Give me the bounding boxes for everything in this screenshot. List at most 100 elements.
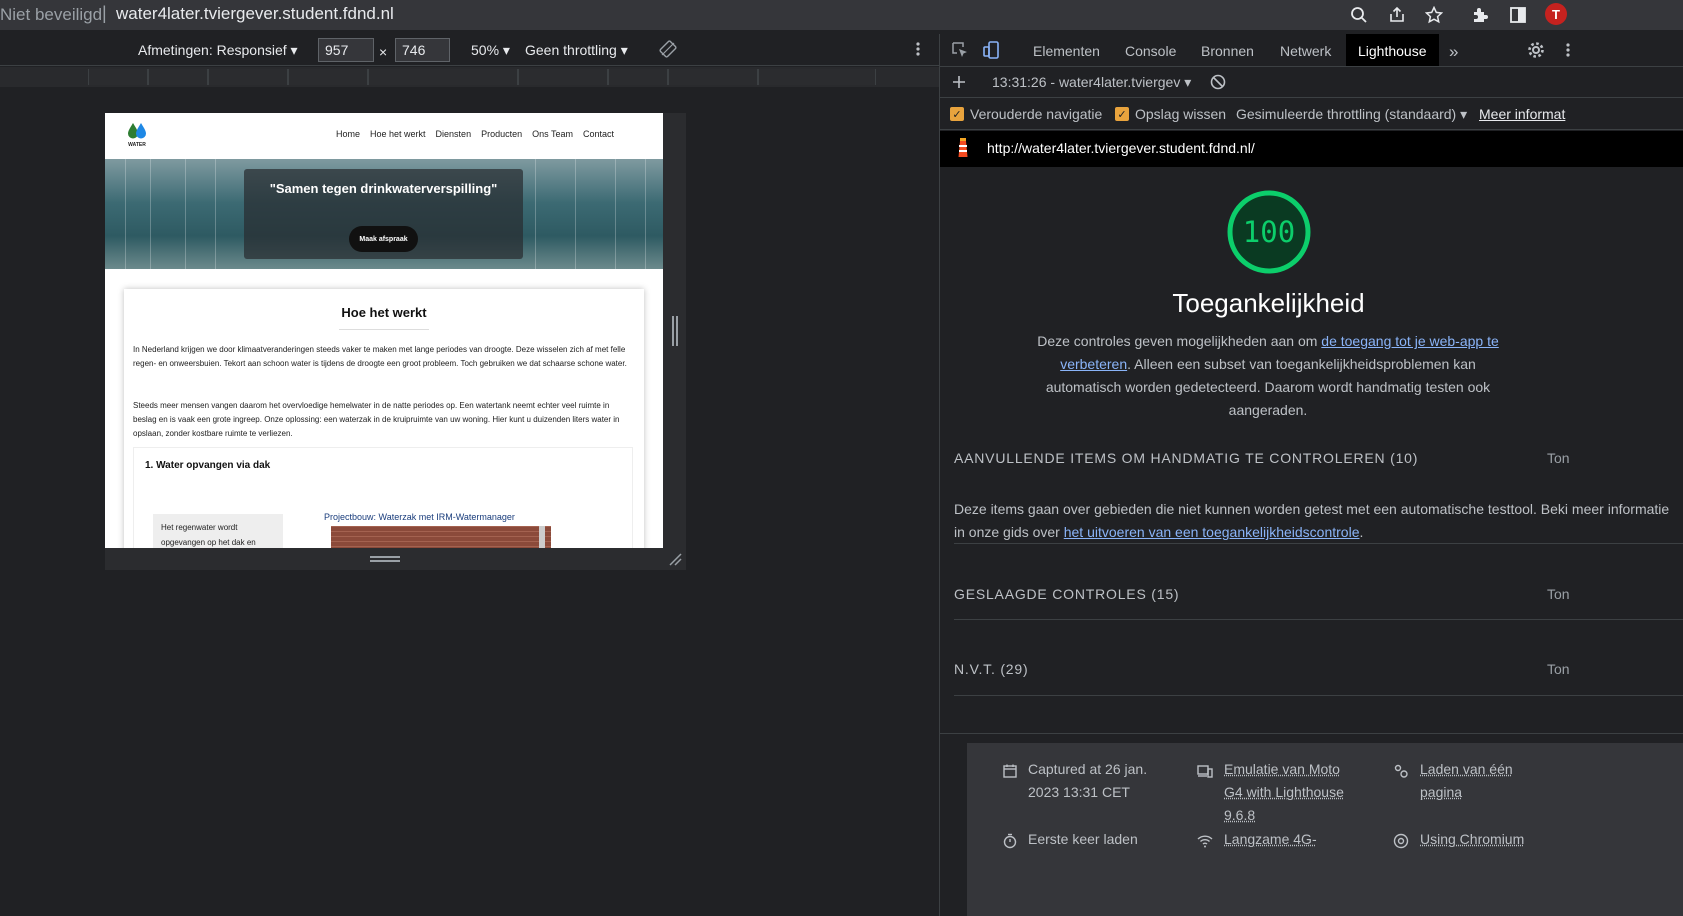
site-nav-services[interactable]: Diensten <box>436 129 472 139</box>
step-note: Het regenwater wordt opgevangen op het d… <box>153 514 283 548</box>
browser-info[interactable]: Using Chromium <box>1420 828 1524 851</box>
group-divider <box>954 543 1683 544</box>
group-not-applicable[interactable]: N.V.T. (29) <box>954 661 1028 677</box>
device-toggle-icon[interactable] <box>978 37 1004 63</box>
site-nav-products[interactable]: Producten <box>481 129 522 139</box>
chromium-icon <box>1393 833 1409 849</box>
bookmark-star-icon[interactable] <box>1421 2 1447 28</box>
category-title: Toegankelijkheid <box>1172 288 1365 318</box>
section-title: Hoe het werkt <box>341 305 427 320</box>
more-tabs-icon[interactable]: » <box>1449 33 1458 65</box>
devices-icon <box>1197 765 1213 778</box>
tab-sources[interactable]: Bronnen <box>1201 34 1254 66</box>
new-report-icon[interactable] <box>946 69 972 95</box>
emulation-info[interactable]: Emulatie van Moto G4 with Lighthouse 9.6… <box>1224 758 1354 827</box>
group-na-toggle[interactable]: Ton <box>1547 661 1570 677</box>
how-it-works-card: Hoe het werkt In Nederland krijgen we do… <box>124 289 644 548</box>
group-passed-toggle[interactable]: Ton <box>1547 586 1570 602</box>
rotate-icon[interactable] <box>655 36 681 62</box>
clear-reports-icon[interactable] <box>1205 69 1231 95</box>
resize-corner-icon[interactable] <box>668 552 682 566</box>
runtime-settings: Captured at 26 jan. 2023 13:31 CET Emula… <box>967 743 1683 916</box>
settings-gear-icon[interactable] <box>1523 37 1549 63</box>
intro-paragraph-2: Steeds meer mensen vangen daarom het ove… <box>133 401 620 438</box>
dimension-times: × <box>379 44 388 60</box>
devtools-tabbar: Elementen Console Bronnen Netwerk Lighth… <box>940 34 1683 67</box>
share-icon[interactable] <box>1384 2 1410 28</box>
tab-console[interactable]: Console <box>1125 34 1176 66</box>
inspect-element-icon[interactable] <box>947 37 973 63</box>
site-nav-contact[interactable]: Contact <box>583 129 614 139</box>
audit-guide-link[interactable]: het uitvoeren van een toegankelijkheidsc… <box>1064 524 1360 540</box>
category-description: Deze controles geven mogelijkheden aan o… <box>1037 333 1499 418</box>
title-divider <box>339 329 429 330</box>
tab-elements[interactable]: Elementen <box>1033 34 1100 66</box>
more-options-icon[interactable] <box>1555 37 1581 63</box>
zoom-icon[interactable] <box>1346 2 1372 28</box>
dimensions-dropdown[interactable]: Afmetingen: Responsief ▾ <box>138 42 298 59</box>
clear-storage-checkbox[interactable]: ✓ <box>1115 107 1129 121</box>
first-load-info: Eerste keer laden <box>1028 831 1138 847</box>
browser-toolbar: Niet beveiligd | water4later.tviergever.… <box>0 0 1683 30</box>
resize-handle-bottom[interactable] <box>370 556 400 562</box>
tab-lighthouse[interactable]: Lighthouse <box>1346 34 1439 66</box>
network-throttling-info[interactable]: Langzame 4G- <box>1224 828 1317 851</box>
profile-avatar[interactable]: T <box>1545 3 1567 25</box>
site-nav-how[interactable]: Hoe het werkt <box>370 129 426 139</box>
logo-text: WATER <box>128 142 146 148</box>
group-manual-items[interactable]: AANVULLENDE ITEMS OM HANDMATIG TE CONTRO… <box>954 450 1418 466</box>
page-load-icon <box>1394 764 1408 778</box>
width-input[interactable]: 957 <box>318 38 374 62</box>
group-divider <box>954 695 1683 696</box>
group-manual-toggle[interactable]: Ton <box>1547 450 1570 466</box>
intro-paragraph-1: In Nederland krijgen we door klimaatvera… <box>133 345 627 368</box>
clear-storage-label: Opslag wissen <box>1135 106 1227 122</box>
report-selector[interactable]: 13:31:26 - water4later.tvierge​v ▾ <box>992 74 1191 91</box>
step-card: 1. Water opvangen via dak Het regenwater… <box>133 447 633 548</box>
manual-items-description: Deze items gaan over gebieden die niet k… <box>954 501 1670 540</box>
project-image <box>331 526 551 548</box>
group-passed-audits[interactable]: GESLAAGDE CONTROLES (15) <box>954 586 1179 602</box>
legacy-navigation-checkbox[interactable]: ✓ <box>950 107 964 121</box>
stopwatch-icon <box>1003 833 1017 849</box>
hero-box: "Samen tegen drinkwaterverspilling" Maak… <box>244 169 523 259</box>
lighthouse-report-bar: 13:31:26 - water4later.tvierge​v ▾ <box>940 67 1683 98</box>
lighthouse-icon <box>950 135 976 161</box>
site-nav-home[interactable]: Home <box>336 129 360 139</box>
security-status[interactable]: Niet beveiligd <box>0 5 102 25</box>
page-load-info[interactable]: Laden van één pagina <box>1420 758 1530 804</box>
lighthouse-url-bar: http://water4later.tviergever.student.fd… <box>940 131 1683 167</box>
hero-banner: "Samen tegen drinkwaterverspilling" Maak… <box>105 159 663 269</box>
throttling-select[interactable]: Gesimuleerde throttling (standaard) ▾ <box>1236 106 1467 123</box>
tab-network[interactable]: Netwerk <box>1280 34 1331 66</box>
water4later-logo[interactable]: WATER <box>125 121 149 149</box>
score-value: 100 <box>1242 215 1296 249</box>
project-caption: Projectbouw: Waterzak met IRM-Watermanag… <box>324 512 515 522</box>
wifi-icon <box>1197 835 1213 848</box>
group-divider <box>954 619 1683 620</box>
emulated-viewport: WATER Home Hoe het werkt Diensten Produc… <box>105 113 663 548</box>
site-nav-team[interactable]: Ons Team <box>532 129 573 139</box>
lighthouse-report: 100 Toegankelijkheid Deze controles geve… <box>940 167 1683 916</box>
device-toolbar: Afmetingen: Responsief ▾ 957 × 746 50% ▾… <box>0 34 939 66</box>
resize-handle-right[interactable] <box>672 316 678 346</box>
lighthouse-options-bar: ✓ Verouderde navigatie ✓ Opslag wissen G… <box>940 98 1683 130</box>
site-nav-links: Home Hoe het werkt Diensten Producten On… <box>336 129 614 139</box>
hero-quote: "Samen tegen drinkwaterverspilling" <box>269 181 498 196</box>
more-info-link[interactable]: Meer informat <box>1479 106 1565 122</box>
legacy-navigation-label: Verouderde navigatie <box>970 106 1103 122</box>
zoom-dropdown[interactable]: 50% ▾ <box>471 42 510 59</box>
height-input[interactable]: 746 <box>395 38 450 62</box>
site-header: WATER Home Hoe het werkt Diensten Produc… <box>105 113 663 159</box>
captured-at: Captured at 26 jan. 2023 13:31 CET <box>1028 761 1148 800</box>
make-appointment-button[interactable]: Maak afspraak <box>349 226 418 252</box>
report-url[interactable]: http://water4later.tviergever.student.fd… <box>987 140 1255 156</box>
step-title: 1. Water opvangen via dak <box>145 460 271 471</box>
side-panel-icon[interactable] <box>1505 2 1531 28</box>
extensions-icon[interactable] <box>1467 2 1493 28</box>
more-options-icon[interactable] <box>905 36 931 62</box>
url-separator: | <box>102 3 107 23</box>
address-bar[interactable]: water4later.tviergever.student.fdnd.nl <box>116 4 394 24</box>
throttling-dropdown[interactable]: Geen throttling ▾ <box>525 42 628 59</box>
media-query-ruler[interactable] <box>0 67 939 87</box>
